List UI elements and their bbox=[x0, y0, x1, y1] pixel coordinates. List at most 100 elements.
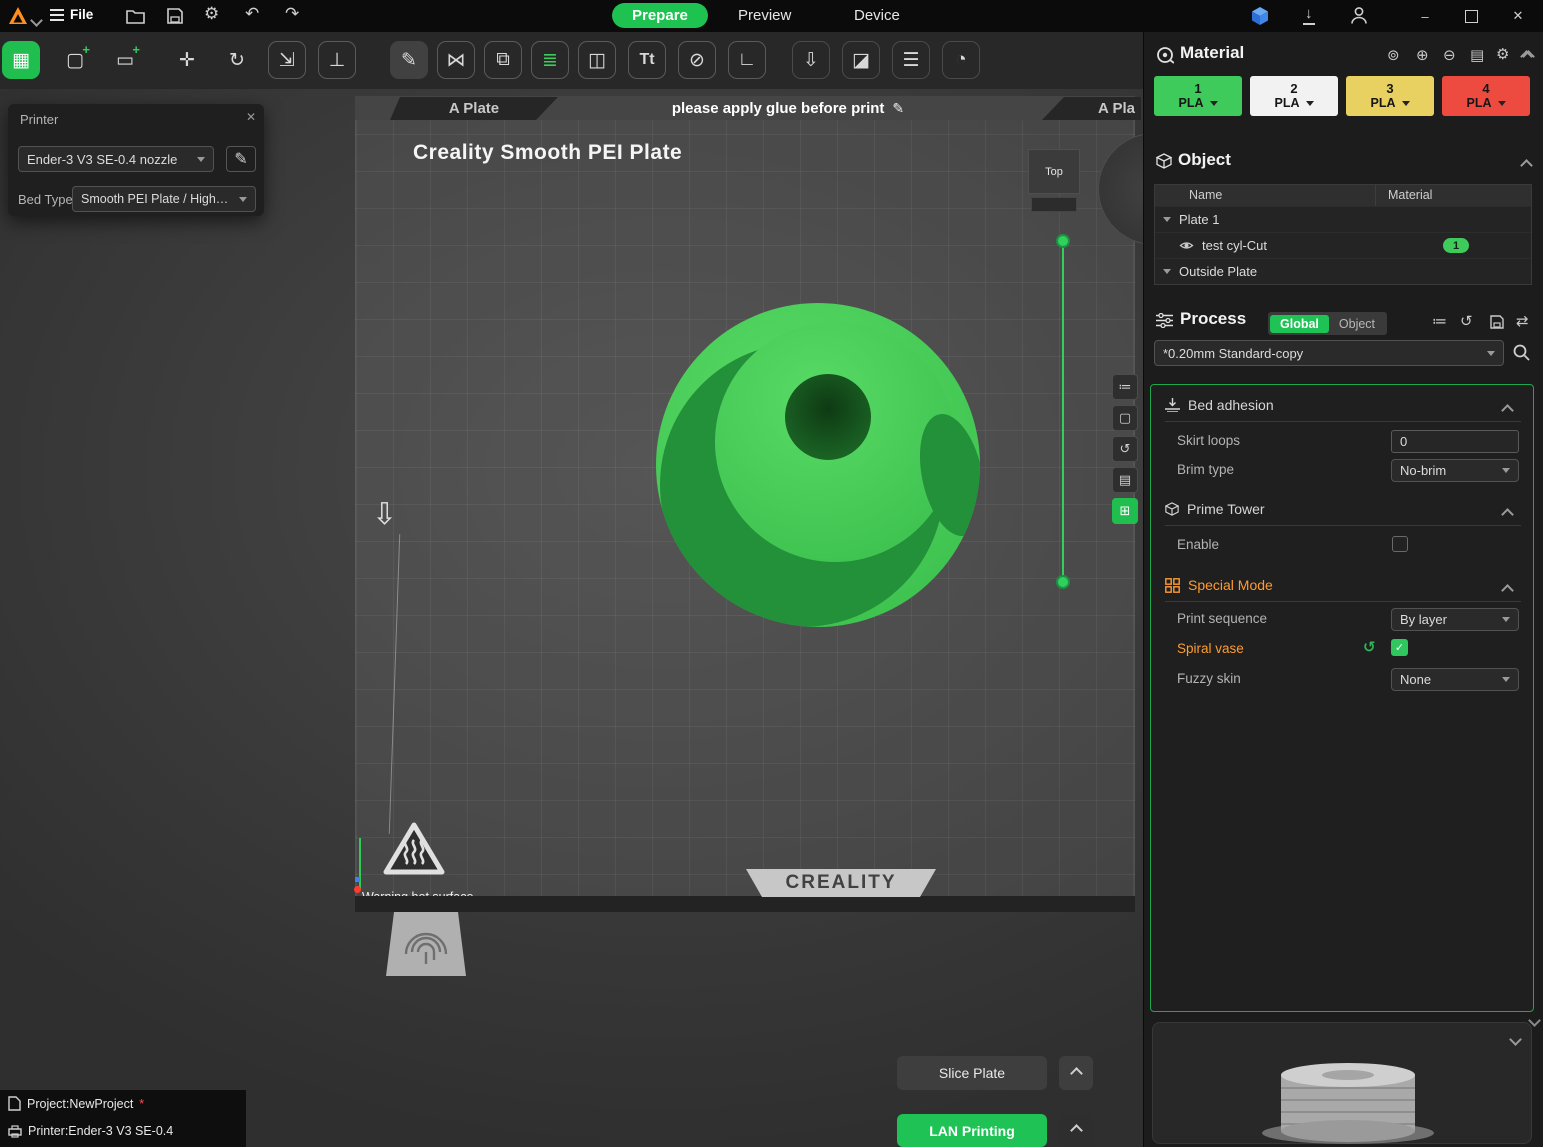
object-row-outside-plate[interactable]: Outside Plate bbox=[1155, 258, 1531, 284]
scope-object-tab[interactable]: Object bbox=[1329, 315, 1385, 333]
lay-flat-tool[interactable]: ⊥ bbox=[318, 41, 356, 79]
fuzzy-skin-select[interactable]: None bbox=[1391, 668, 1519, 691]
close-button[interactable]: ✕ bbox=[1503, 5, 1533, 27]
collapse-material-icon[interactable] bbox=[1520, 48, 1535, 66]
logo-chevron-icon[interactable] bbox=[30, 12, 43, 30]
redo-icon[interactable]: ↷ bbox=[285, 4, 299, 24]
scale-handle-top[interactable] bbox=[1056, 234, 1070, 248]
print-sequence-select[interactable]: By layer bbox=[1391, 608, 1519, 631]
add-model-tool[interactable]: ▢ + bbox=[56, 41, 94, 79]
sidebar-scroll-icon[interactable] bbox=[1528, 1012, 1541, 1030]
add-plate-tool[interactable]: ▭ + bbox=[106, 41, 144, 79]
file-menu[interactable]: File bbox=[50, 7, 93, 22]
user-account-icon[interactable] bbox=[1350, 6, 1368, 25]
printer-select[interactable]: Ender-3 V3 SE-0.4 nozzle bbox=[18, 146, 214, 172]
plate-overview-button[interactable]: ▤ bbox=[1112, 467, 1138, 493]
section-special-mode[interactable]: Special Mode bbox=[1165, 577, 1273, 593]
preset-select[interactable]: *0.20mm Standard-copy bbox=[1154, 340, 1504, 366]
layer-height-tool[interactable]: ≣ bbox=[531, 41, 569, 79]
open-file-icon[interactable] bbox=[126, 8, 145, 24]
process-scope-toggle: Global Object bbox=[1268, 312, 1388, 335]
minimize-button[interactable]: – bbox=[1410, 5, 1440, 27]
layer-settings-button[interactable]: ≔ bbox=[1112, 374, 1138, 400]
collapse-prime-tower-icon[interactable] bbox=[1501, 506, 1514, 524]
nav-sphere[interactable] bbox=[1098, 133, 1143, 245]
plate-view-tool[interactable]: ▦ bbox=[2, 41, 40, 79]
save-icon[interactable] bbox=[167, 8, 183, 24]
edit-notice-icon[interactable]: ✎ bbox=[892, 100, 904, 117]
mirror-tool[interactable]: ⋈ bbox=[437, 41, 475, 79]
material-badge[interactable]: 1 bbox=[1443, 238, 1469, 253]
sync-preset-icon[interactable]: ⇄ bbox=[1516, 312, 1529, 330]
skirt-loops-input[interactable] bbox=[1391, 430, 1519, 453]
settings-gear-icon[interactable]: ⚙ bbox=[204, 4, 219, 24]
measure-tool[interactable]: ∟ bbox=[728, 41, 766, 79]
material-slot-3[interactable]: 3 PLA bbox=[1346, 76, 1434, 116]
undo-icon[interactable]: ↶ bbox=[245, 4, 259, 24]
split-tool[interactable]: ◫ bbox=[578, 41, 616, 79]
scale-handle-bottom[interactable] bbox=[1056, 575, 1070, 589]
material-slot-4[interactable]: 4 PLA bbox=[1442, 76, 1530, 116]
view-cube-top-face[interactable]: Top bbox=[1028, 149, 1080, 194]
spiral-vase-checkbox[interactable]: ✓ bbox=[1391, 639, 1408, 656]
bed-type-select[interactable]: Smooth PEI Plate / High… bbox=[72, 186, 256, 212]
collapse-special-mode-icon[interactable] bbox=[1501, 582, 1514, 600]
rotate-tool[interactable]: ↻ bbox=[218, 41, 256, 79]
param-list-icon[interactable]: ≔ bbox=[1432, 312, 1447, 330]
reset-view-button[interactable]: ↺ bbox=[1112, 436, 1138, 462]
tab-prepare[interactable]: Prepare bbox=[612, 3, 708, 28]
remove-material-icon[interactable]: ⊖ bbox=[1443, 46, 1456, 64]
brim-type-select[interactable]: No-brim bbox=[1391, 459, 1519, 482]
pen-tool[interactable]: ✎ bbox=[390, 41, 428, 79]
clone-tool[interactable]: ⧉ bbox=[484, 41, 522, 79]
object-row-plate[interactable]: Plate 1 bbox=[1155, 206, 1531, 232]
visibility-eye-icon[interactable] bbox=[1179, 240, 1194, 251]
edit-printer-button[interactable]: ✎ bbox=[226, 146, 256, 172]
collapse-preview-icon[interactable] bbox=[1509, 1031, 1522, 1049]
reset-process-icon[interactable]: ↺ bbox=[1460, 312, 1473, 330]
load-filament-icon[interactable]: ⊚ bbox=[1387, 46, 1400, 64]
move-tool[interactable]: ✛ bbox=[168, 41, 206, 79]
model-library-icon[interactable] bbox=[1250, 6, 1270, 26]
tab-preview[interactable]: Preview bbox=[738, 7, 791, 24]
viewport-3d[interactable]: A Plate A Pla please apply glue before p… bbox=[0, 89, 1143, 1147]
calibration-tool[interactable]: ◔ bbox=[942, 41, 980, 79]
scale-tool[interactable]: ⇲ bbox=[268, 41, 306, 79]
material-slot-2[interactable]: 2 PLA bbox=[1250, 76, 1338, 116]
slice-plate-button[interactable]: Slice Plate bbox=[897, 1056, 1047, 1090]
save-preset-icon[interactable] bbox=[1490, 315, 1504, 329]
paint-tool[interactable]: ⊘ bbox=[678, 41, 716, 79]
material-slot-1[interactable]: 1 PLA bbox=[1154, 76, 1242, 116]
reset-spiral-icon[interactable]: ↺ bbox=[1363, 638, 1376, 656]
cut-tool[interactable]: ◪ bbox=[842, 41, 880, 79]
plate-tab-left[interactable]: A Plate bbox=[390, 97, 558, 120]
slice-options-button[interactable] bbox=[1059, 1056, 1093, 1090]
material-list-icon[interactable]: ▤ bbox=[1470, 46, 1484, 64]
collapse-bed-adhesion-icon[interactable] bbox=[1501, 402, 1514, 420]
support-tool[interactable]: ⇩ bbox=[792, 41, 830, 79]
collapse-object-icon[interactable] bbox=[1520, 157, 1533, 175]
add-material-icon[interactable]: ⊕ bbox=[1416, 46, 1429, 64]
lan-printing-button[interactable]: LAN Printing bbox=[897, 1114, 1047, 1147]
download-icon[interactable]: ↓ bbox=[1303, 5, 1315, 25]
printer-panel-close-icon[interactable]: ✕ bbox=[246, 110, 256, 124]
text-tool[interactable]: Tt bbox=[628, 41, 666, 79]
object-row-model[interactable]: test cyl-Cut 1 bbox=[1155, 232, 1531, 258]
marquee-select-button[interactable]: ▢ bbox=[1112, 405, 1138, 431]
printer-panel: Printer ✕ Ender-3 V3 SE-0.4 nozzle ✎ Bed… bbox=[8, 104, 264, 216]
scope-global-tab[interactable]: Global bbox=[1270, 314, 1329, 333]
maximize-button[interactable] bbox=[1456, 5, 1486, 27]
print-options-button[interactable] bbox=[1059, 1114, 1093, 1147]
model-3d[interactable] bbox=[630, 280, 1010, 660]
app-logo[interactable] bbox=[7, 5, 29, 27]
quad-view-button[interactable]: ⊞ bbox=[1112, 498, 1138, 524]
tab-device[interactable]: Device bbox=[854, 7, 900, 24]
material-settings-icon[interactable]: ⚙ bbox=[1496, 45, 1509, 63]
view-cube-front-face[interactable] bbox=[1031, 197, 1077, 212]
prime-tower-enable-checkbox[interactable] bbox=[1392, 536, 1408, 552]
drop-to-bed-icon[interactable]: ⇩ bbox=[372, 497, 397, 532]
section-prime-tower[interactable]: Prime Tower bbox=[1165, 501, 1265, 517]
search-preset-icon[interactable] bbox=[1512, 343, 1531, 362]
section-bed-adhesion[interactable]: Bed adhesion bbox=[1165, 397, 1274, 413]
print-queue-tool[interactable]: ☰ bbox=[892, 41, 930, 79]
